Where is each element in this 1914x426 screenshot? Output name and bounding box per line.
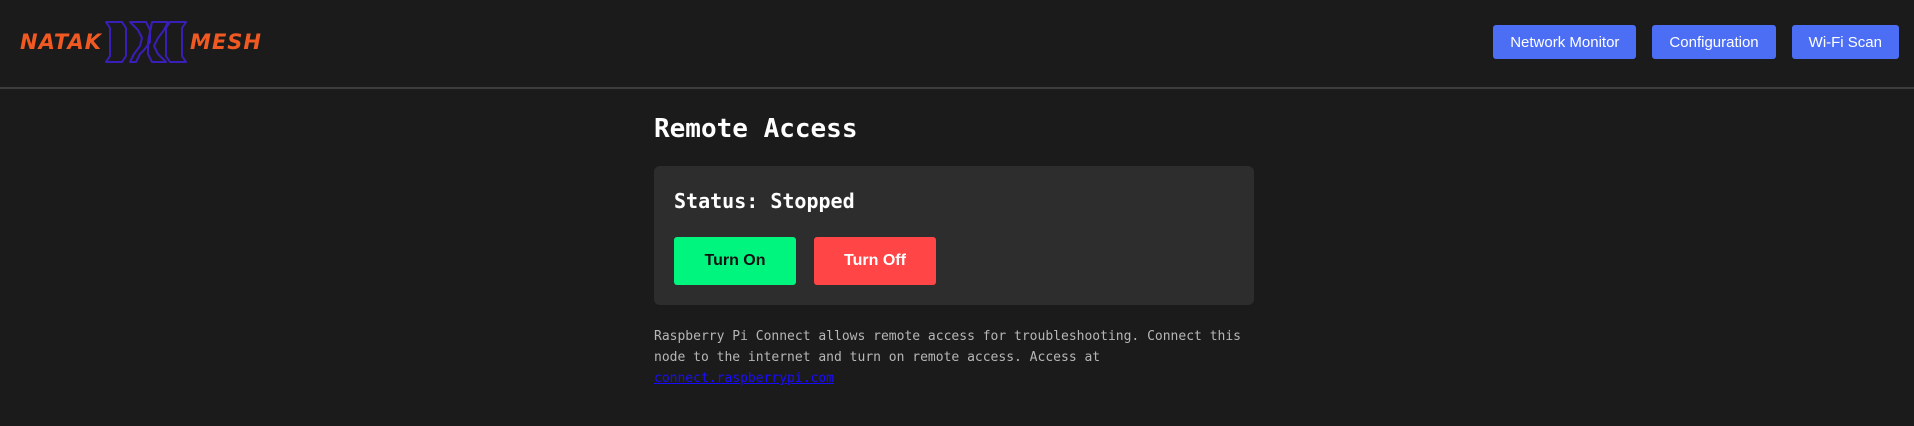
turn-off-button[interactable]: Turn Off (814, 237, 936, 285)
status-text: Status: Stopped (674, 189, 855, 213)
mesh-logo-icon (105, 21, 188, 63)
logo-text-right: MESH (190, 30, 262, 54)
top-bar: NATAK MESH Network Monitor Configuration… (0, 0, 1914, 89)
network-monitor-button[interactable]: Network Monitor (1493, 25, 1637, 59)
page-title: Remote Access (654, 114, 858, 144)
main-content: Remote Access Status: Stopped Turn On Tu… (654, 89, 1254, 389)
natak-mesh-logo[interactable]: NATAK MESH (20, 18, 262, 66)
wifi-scan-button[interactable]: Wi-Fi Scan (1791, 25, 1899, 59)
configuration-button[interactable]: Configuration (1652, 25, 1776, 59)
top-nav: Network Monitor Configuration Wi-Fi Scan (1493, 25, 1899, 59)
logo-text-left: NATAK (20, 30, 103, 54)
remote-access-actions: Turn On Turn Off (674, 237, 1234, 285)
turn-on-button[interactable]: Turn On (674, 237, 796, 285)
raspberry-pi-connect-link[interactable]: connect.raspberrypi.com (654, 371, 834, 386)
remote-access-card: Status: Stopped Turn On Turn Off (654, 166, 1254, 305)
description-body: Raspberry Pi Connect allows remote acces… (654, 329, 1241, 365)
description-text: Raspberry Pi Connect allows remote acces… (654, 326, 1254, 389)
